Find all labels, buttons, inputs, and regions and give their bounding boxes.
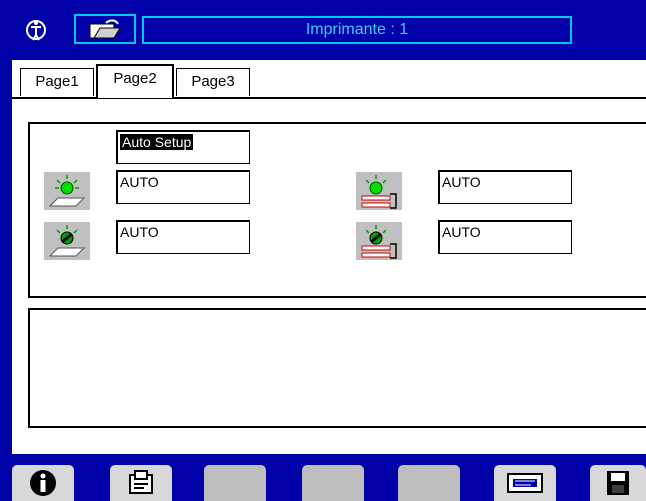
blank-button-1[interactable] — [204, 465, 266, 501]
tab-page2[interactable]: Page2 — [96, 64, 174, 98]
save-button[interactable] — [590, 465, 646, 501]
tray-light-green-icon — [356, 172, 402, 210]
save-icon — [607, 471, 629, 495]
settings-panel: Auto Setup AUTO AUTO AUTO AUTO — [28, 122, 646, 298]
left-bottom-field[interactable]: AUTO — [116, 220, 250, 254]
right-top-field[interactable]: AUTO — [438, 170, 572, 204]
info-icon — [30, 470, 56, 496]
application-frame: Imprimante : 1 Page1 Page2 Page3 Auto Se… — [0, 0, 646, 501]
bottom-toolbar — [0, 454, 646, 501]
blank-button-2[interactable] — [302, 465, 364, 501]
auto-setup-label: Auto Setup — [120, 134, 194, 150]
blank-button-3[interactable] — [398, 465, 460, 501]
right-bottom-field[interactable]: AUTO — [438, 220, 572, 254]
left-top-field[interactable]: AUTO — [116, 170, 250, 204]
printer-settings-button[interactable] — [110, 465, 172, 501]
info-button[interactable] — [12, 465, 74, 501]
auto-setup-field[interactable]: Auto Setup — [116, 130, 250, 164]
tray-light-dark-icon — [356, 222, 402, 260]
message-panel — [28, 308, 646, 428]
message-icon — [507, 473, 543, 493]
open-folder-button[interactable] — [74, 14, 136, 44]
title-bar: Imprimante : 1 — [0, 0, 646, 60]
tab-page1[interactable]: Page1 — [20, 68, 94, 96]
message-button[interactable] — [494, 465, 556, 501]
paper-light-dark-icon — [44, 222, 90, 260]
folder-icon — [89, 19, 121, 39]
window-title: Imprimante : 1 — [142, 16, 572, 44]
accessibility-icon[interactable] — [22, 16, 50, 44]
tab-page3[interactable]: Page3 — [176, 68, 250, 96]
paper-light-green-icon — [44, 172, 90, 210]
main-content: Page1 Page2 Page3 Auto Setup AUTO AUTO A… — [12, 60, 646, 454]
printer-settings-icon — [129, 470, 153, 494]
